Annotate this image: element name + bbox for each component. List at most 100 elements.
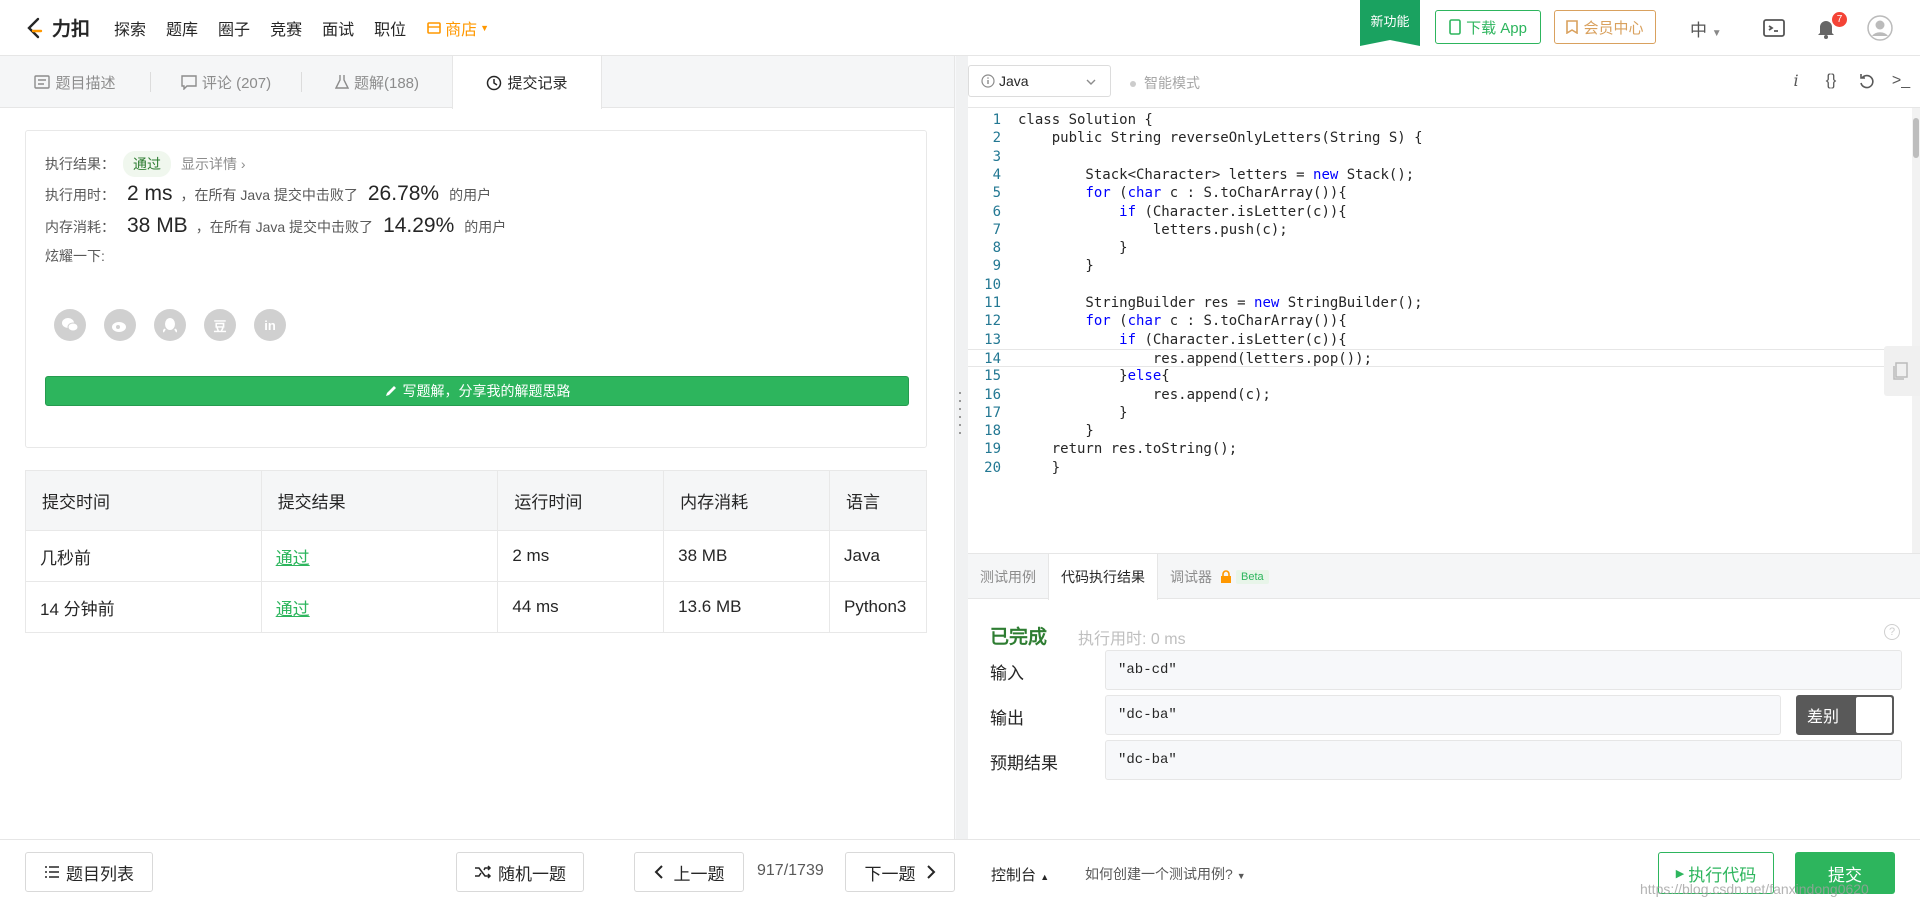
left-tabs: 题目描述 评论 (207) 题解(188) 提交记录 — [0, 56, 954, 109]
memory-percentile: 14.29% — [383, 214, 455, 237]
console-icon[interactable]: >_ — [1890, 70, 1912, 92]
code-line[interactable]: 17 } — [968, 404, 1912, 422]
cell-memory: 13.6 MB — [663, 581, 830, 633]
leetcode-logo[interactable]: 力扣 — [24, 0, 90, 56]
table-header-row: 提交时间 提交结果 运行时间 内存消耗 语言 — [25, 470, 928, 531]
main-nav: 探索 题库 圈子 竞赛 面试 职位 商店 ▼ — [104, 16, 499, 40]
code-line[interactable]: 14 res.append(letters.pop()); — [968, 348, 1912, 368]
linkedin-icon[interactable]: in — [254, 309, 286, 341]
avatar[interactable] — [1867, 15, 1893, 41]
prev-problem-label: 上一题 — [673, 864, 725, 884]
editor-scrollbar[interactable] — [1912, 108, 1920, 553]
code-line[interactable]: 4 Stack<Character> letters = new Stack()… — [968, 166, 1912, 184]
code-line[interactable]: 7 letters.push(c); — [968, 221, 1912, 239]
howto-testcase-label: 如何创建一个测试用例? — [1085, 866, 1233, 882]
douban-icon[interactable]: 豆 — [204, 309, 236, 341]
editor-scrollbar-thumb[interactable] — [1913, 118, 1919, 158]
smart-mode-toggle[interactable]: 智能模式 — [1130, 73, 1200, 93]
code-line[interactable]: 15 }else{ — [968, 367, 1912, 385]
line-number: 6 — [992, 203, 1001, 220]
lock-icon — [1221, 570, 1231, 583]
nav-shop[interactable]: 商店 ▼ — [426, 16, 489, 40]
notification-badge: 7 — [1832, 12, 1847, 27]
input-value: "ab-cd" — [1105, 650, 1902, 690]
new-feature-badge[interactable]: 新功能 — [1360, 0, 1420, 46]
language-switch[interactable]: 中 ▼ — [1690, 16, 1722, 41]
side-panel-tab[interactable] — [1884, 346, 1920, 396]
nav-contest[interactable]: 竞赛 — [270, 16, 302, 40]
code-line[interactable]: 5 for (char c : S.toCharArray()){ — [968, 184, 1912, 202]
howto-testcase-link[interactable]: 如何创建一个测试用例? ▼ — [1085, 864, 1246, 884]
line-number: 3 — [992, 148, 1001, 165]
line-number: 12 — [984, 313, 1001, 330]
code-text: } — [1018, 240, 1128, 257]
language-select-value: Java — [999, 73, 1029, 89]
tab-run-result[interactable]: 代码执行结果 — [1048, 554, 1158, 600]
nav-explore[interactable]: 探索 — [114, 16, 146, 40]
code-line[interactable]: 11 StringBuilder res = new StringBuilder… — [968, 294, 1912, 312]
wechat-icon[interactable] — [54, 309, 86, 341]
code-text: } — [1018, 258, 1094, 275]
nav-circle[interactable]: 圈子 — [218, 16, 250, 40]
code-editor[interactable]: 1 class Solution {2 public String reverse… — [968, 108, 1912, 553]
tab-description[interactable]: 题目描述 — [0, 56, 150, 108]
code-line[interactable]: 9 } — [968, 257, 1912, 275]
code-line[interactable]: 13 if (Character.isLetter(c)){ — [968, 331, 1912, 349]
qq-icon[interactable] — [154, 309, 186, 341]
code-line[interactable]: 10 — [968, 276, 1912, 294]
help-icon[interactable]: ? — [1884, 624, 1900, 640]
copy-icon — [1893, 362, 1908, 380]
code-line[interactable]: 16 res.append(c); — [968, 386, 1912, 404]
download-app-button[interactable]: 下载 App — [1435, 10, 1541, 44]
tab-comments[interactable]: 评论 (207) — [151, 56, 301, 108]
reset-icon[interactable] — [1856, 70, 1878, 92]
write-solution-label: 写题解，分享我的解题思路 — [402, 383, 571, 399]
splitter-grip — [959, 400, 961, 402]
console-toggle[interactable]: 控制台 ▲ — [991, 864, 1049, 885]
code-line[interactable]: 12 for (char c : S.toCharArray()){ — [968, 312, 1912, 330]
caret-down-icon: ▼ — [1236, 871, 1246, 881]
tab-testcase[interactable]: 测试用例 — [968, 554, 1048, 599]
line-number: 5 — [992, 185, 1001, 202]
show-details-link[interactable]: 显示详情 › — [181, 154, 246, 174]
cell-result-link[interactable]: 通过 — [260, 581, 499, 633]
random-problem-button[interactable]: 随机一题 — [456, 852, 584, 892]
expected-label: 预期结果 — [990, 754, 1058, 773]
write-solution-button[interactable]: 写题解，分享我的解题思路 — [45, 376, 909, 406]
code-text: Stack<Character> letters = new Stack(); — [1018, 166, 1415, 183]
output-label: 输出 — [990, 709, 1024, 728]
cell-result-link[interactable]: 通过 — [260, 530, 499, 582]
code-line[interactable]: 20 } — [968, 459, 1912, 477]
code-line[interactable]: 2 public String reverseOnlyLetters(Strin… — [968, 129, 1912, 147]
info-italic-icon[interactable]: i — [1785, 70, 1807, 92]
splitter-grip — [959, 432, 961, 434]
terminal-icon[interactable] — [1762, 16, 1786, 40]
nav-jobs[interactable]: 职位 — [374, 16, 406, 40]
tab-submissions[interactable]: 提交记录 — [452, 56, 602, 109]
next-problem-button[interactable]: 下一题 — [845, 852, 955, 892]
language-select[interactable]: Java — [968, 65, 1111, 97]
tab-solutions[interactable]: 题解(188) — [302, 56, 452, 108]
code-line[interactable]: 19 return res.toString(); — [968, 440, 1912, 458]
nav-problems[interactable]: 题库 — [166, 16, 198, 40]
run-status: 已完成 — [990, 627, 1048, 648]
result-row: 执行结果： 通过 显示详情 › — [45, 151, 246, 177]
tab-debugger[interactable]: 调试器 Beta — [1158, 554, 1281, 599]
diff-toggle[interactable]: 差别 — [1796, 695, 1894, 735]
line-number: 20 — [984, 459, 1001, 476]
vip-center-button[interactable]: 会员中心 — [1554, 10, 1656, 44]
weibo-icon[interactable] — [104, 309, 136, 341]
code-line[interactable]: 18 } — [968, 422, 1912, 440]
list-icon — [45, 866, 59, 878]
braces-icon[interactable]: {} — [1820, 70, 1842, 92]
code-line[interactable]: 6 if (Character.isLetter(c)){ — [968, 203, 1912, 221]
code-line[interactable]: 1 class Solution { — [968, 111, 1912, 129]
problem-list-button[interactable]: 题目列表 — [25, 852, 153, 892]
code-line[interactable]: 8 } — [968, 239, 1912, 257]
code-text: } — [1018, 459, 1061, 476]
panel-splitter[interactable] — [956, 56, 968, 839]
prev-problem-button[interactable]: 上一题 — [634, 852, 744, 892]
vip-center-label: 会员中心 — [1583, 19, 1644, 37]
nav-interview[interactable]: 面试 — [322, 16, 354, 40]
code-line[interactable]: 3 — [968, 148, 1912, 166]
